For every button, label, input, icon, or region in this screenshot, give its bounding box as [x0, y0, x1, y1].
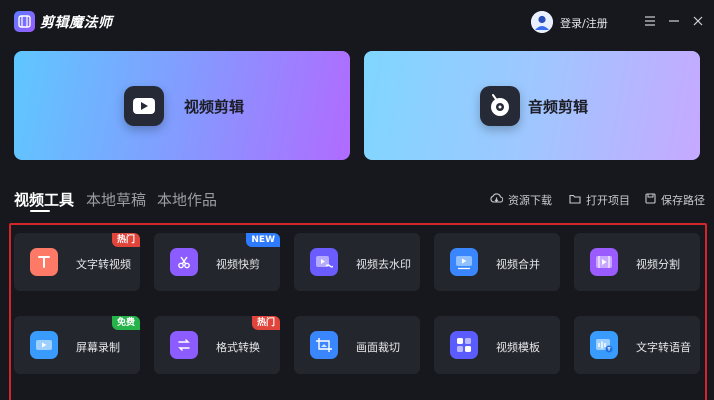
- hot-badge: 热门: [111, 233, 140, 247]
- open-project-label: 打开项目: [586, 194, 630, 207]
- tool-screen-record[interactable]: 屏幕录制 免费: [14, 316, 140, 374]
- close-icon[interactable]: [689, 12, 707, 30]
- minimize-icon[interactable]: [665, 12, 683, 30]
- tool-label: 视频合并: [496, 258, 540, 271]
- audio-edit-label: 音频剪辑: [528, 98, 589, 116]
- resource-download-label: 资源下载: [508, 194, 552, 207]
- save-icon: [645, 193, 656, 207]
- text-to-speech-icon: [590, 331, 618, 359]
- login-link[interactable]: 登录/注册: [560, 15, 608, 31]
- tool-remove-watermark[interactable]: 视频去水印: [294, 233, 420, 291]
- music-disc-icon: [480, 86, 520, 126]
- tool-crop[interactable]: 画面裁切: [294, 316, 420, 374]
- tab-video-tools[interactable]: 视频工具: [14, 189, 74, 210]
- tool-label: 视频去水印: [356, 258, 411, 271]
- folder-icon: [569, 194, 581, 207]
- tool-label: 画面裁切: [356, 341, 400, 354]
- audio-edit-card[interactable]: 音频剪辑: [364, 51, 700, 160]
- open-project-button[interactable]: 打开项目: [569, 192, 630, 208]
- title-bar: 剪辑魔法师 登录/注册: [0, 0, 714, 44]
- menu-icon[interactable]: [641, 12, 659, 30]
- app-logo-icon: [14, 11, 35, 32]
- save-path-label: 保存路径: [661, 194, 705, 207]
- new-badge: NEW: [246, 233, 280, 247]
- free-badge: 免费: [111, 316, 140, 330]
- video-edit-card[interactable]: 视频剪辑: [14, 51, 350, 160]
- tool-merge-video[interactable]: 视频合并: [434, 233, 560, 291]
- tab-local-drafts[interactable]: 本地草稿: [86, 189, 146, 210]
- save-path-button[interactable]: 保存路径: [645, 192, 705, 208]
- crop-icon: [310, 331, 338, 359]
- tab-local-works[interactable]: 本地作品: [157, 189, 217, 210]
- hot-badge: 热门: [251, 316, 280, 330]
- tool-text-to-video[interactable]: 文字转视频 热门: [14, 233, 140, 291]
- video-camera-icon: [124, 86, 164, 126]
- tool-label: 格式转换: [216, 341, 260, 354]
- tool-quick-cut[interactable]: 视频快剪 NEW: [154, 233, 280, 291]
- active-tab-underline: [30, 210, 50, 212]
- tool-label: 屏幕录制: [76, 341, 120, 354]
- format-convert-icon: [170, 331, 198, 359]
- resource-download-button[interactable]: 资源下载: [490, 192, 552, 208]
- tool-text-to-speech[interactable]: 文字转语音: [574, 316, 700, 374]
- template-icon: [450, 331, 478, 359]
- split-video-icon: [590, 248, 618, 276]
- tool-split-video[interactable]: 视频分割: [574, 233, 700, 291]
- tool-label: 文字转语音: [636, 341, 691, 354]
- tool-label: 文字转视频: [76, 258, 131, 271]
- cloud-download-icon: [490, 193, 504, 207]
- tool-label: 视频模板: [496, 341, 540, 354]
- merge-video-icon: [450, 248, 478, 276]
- tool-label: 视频快剪: [216, 258, 260, 271]
- avatar[interactable]: [531, 11, 553, 33]
- video-edit-label: 视频剪辑: [184, 98, 245, 116]
- text-to-video-icon: [30, 248, 58, 276]
- scissors-icon: [170, 248, 198, 276]
- tool-video-template[interactable]: 视频模板: [434, 316, 560, 374]
- tool-format-convert[interactable]: 格式转换 热门: [154, 316, 280, 374]
- screen-record-icon: [30, 331, 58, 359]
- app-title: 剪辑魔法师: [40, 15, 113, 31]
- remove-watermark-icon: [310, 248, 338, 276]
- tool-label: 视频分割: [636, 258, 680, 271]
